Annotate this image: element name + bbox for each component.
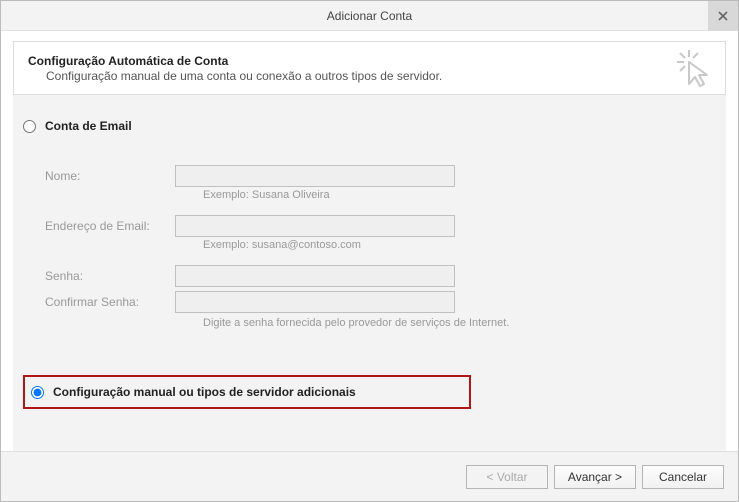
name-hint: Exemplo: Susana Oliveira (175, 189, 716, 201)
back-button: < Voltar (466, 465, 548, 489)
wizard-header-subtitle: Configuração manual de uma conta ou cone… (46, 69, 711, 83)
radio-manual-config[interactable] (31, 386, 44, 399)
email-input (175, 215, 455, 237)
name-row: Nome: (45, 165, 716, 187)
email-hint: Exemplo: susana@contoso.com (175, 239, 716, 251)
name-input (175, 165, 455, 187)
titlebar: Adicionar Conta (1, 1, 738, 31)
email-fields-block: Nome: Exemplo: Susana Oliveira Endereço … (45, 165, 716, 329)
wizard-header-title: Configuração Automática de Conta (28, 54, 711, 68)
confirm-password-input (175, 291, 455, 313)
content-area: Configuração Automática de Conta Configu… (1, 31, 738, 451)
dialog-window: Adicionar Conta Configuração Automática … (0, 0, 739, 502)
radio-email-account-label: Conta de Email (45, 119, 132, 133)
password-input (175, 265, 455, 287)
password-info: Digite a senha fornecida pelo provedor d… (175, 317, 716, 329)
window-title: Adicionar Conta (327, 9, 412, 23)
password-label: Senha: (45, 269, 175, 283)
confirm-password-label: Confirmar Senha: (45, 295, 175, 309)
next-button[interactable]: Avançar > (554, 465, 636, 489)
cursor-click-icon (675, 48, 715, 91)
radio-email-account[interactable] (23, 120, 36, 133)
email-row: Endereço de Email: (45, 215, 716, 237)
confirm-password-row: Confirmar Senha: (45, 291, 716, 313)
form-body: Conta de Email Nome: Exemplo: Susana Oli… (13, 95, 726, 451)
wizard-footer: < Voltar Avançar > Cancelar (1, 451, 738, 501)
radio-manual-config-label: Configuração manual ou tipos de servidor… (53, 385, 356, 399)
name-label: Nome: (45, 169, 175, 183)
password-row: Senha: (45, 265, 716, 287)
close-icon (718, 9, 728, 23)
radio-email-account-row: Conta de Email (23, 117, 716, 135)
radio-manual-row: Configuração manual ou tipos de servidor… (31, 383, 463, 401)
cancel-button[interactable]: Cancelar (642, 465, 724, 489)
wizard-header: Configuração Automática de Conta Configu… (13, 41, 726, 95)
email-label: Endereço de Email: (45, 219, 175, 233)
close-button[interactable] (708, 1, 738, 31)
manual-config-highlight: Configuração manual ou tipos de servidor… (23, 375, 471, 409)
